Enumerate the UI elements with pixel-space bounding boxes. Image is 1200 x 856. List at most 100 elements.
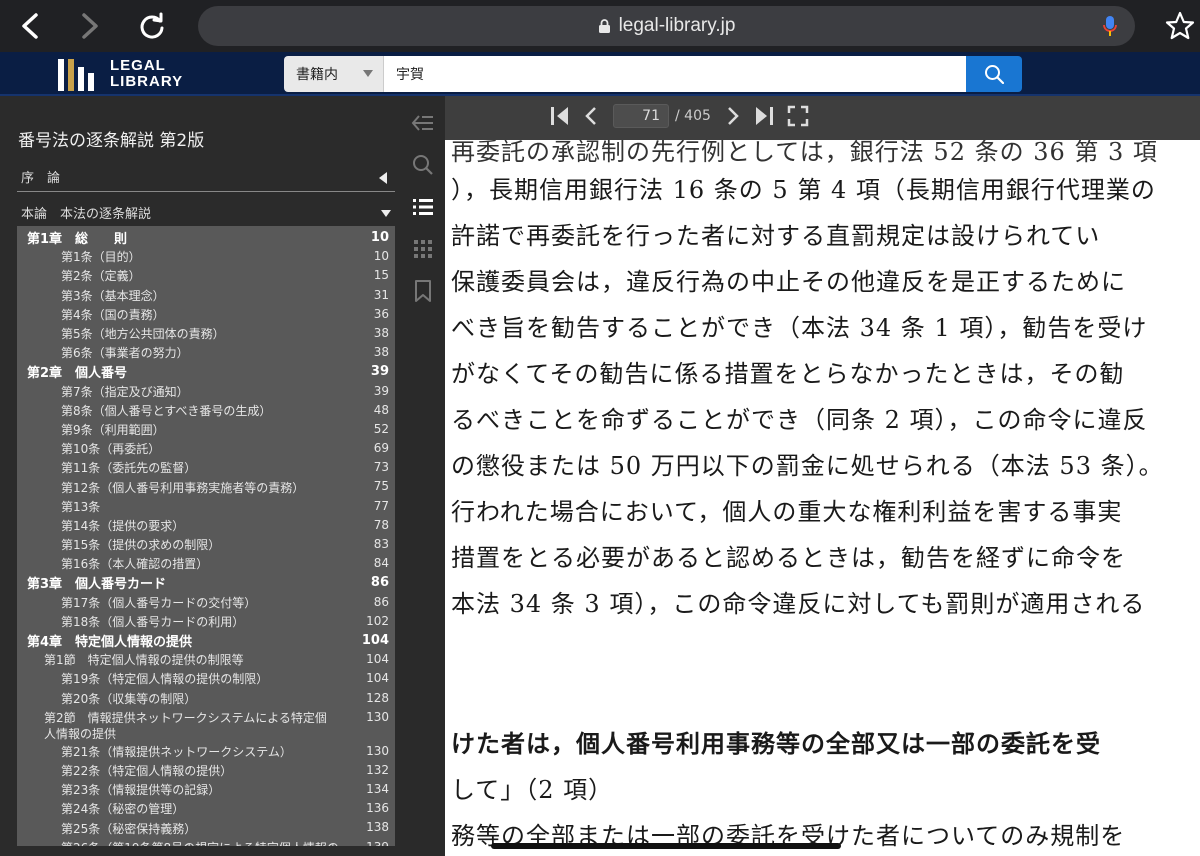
toc-article-row[interactable]: 第2条（定義） 15 (17, 266, 395, 285)
toc-section-row[interactable]: 第2節 情報提供ネットワークシステムによる特定個人情報の提供 130 (17, 708, 395, 742)
toc-article-row[interactable]: 第5条（地方公共団体の責務） 38 (17, 324, 395, 343)
search-icon[interactable] (410, 152, 436, 178)
toc-list: 第1章 総 則 10 第1条（目的） 10 第2条（定義） 15 第3条（基本理念） 31 第4… (17, 226, 395, 846)
toc-article-row[interactable]: 第9条（利用範囲） 52 (17, 420, 395, 439)
toc-section-intro[interactable]: 序 論 (17, 162, 395, 192)
toc-row-page: 139 (366, 840, 389, 846)
toc-row-label: 第17条（個人番号カードの交付等） (61, 595, 257, 610)
toc-row-page: 15 (373, 268, 389, 283)
toc-row-label: 第4章 特定個人情報の提供 (27, 635, 193, 651)
book-title: 番号法の逐条解説 第2版 (18, 131, 205, 151)
toc-article-row[interactable]: 第7条（指定及び通知） 39 (17, 382, 395, 401)
toc-article-row[interactable]: 第13条 77 (17, 497, 395, 516)
search-input[interactable] (384, 56, 966, 92)
toc-section-row[interactable]: 第1節 特定個人情報の提供の制限等 104 (17, 650, 395, 669)
toc-row-page: 52 (373, 421, 389, 436)
bookmark-star-icon[interactable] (1162, 8, 1198, 44)
page-number-input[interactable] (613, 104, 669, 128)
toc-row-label: 第3章 個人番号カード (27, 577, 167, 593)
address-bar[interactable]: legal-library.jp (198, 6, 1135, 46)
thumbnail-grid-icon[interactable] (410, 236, 436, 262)
toc-article-row[interactable]: 第12条（個人番号利用事務実施者等の責務） 75 (17, 477, 395, 496)
logo-text-line2: LIBRARY (110, 73, 184, 90)
next-page-icon[interactable] (721, 105, 743, 127)
toc-article-row[interactable]: 第11条（委託先の監督） 73 (17, 458, 395, 477)
toc-row-page: 138 (366, 820, 389, 835)
toc-row-page: 78 (373, 517, 389, 532)
fullscreen-icon[interactable] (787, 105, 809, 127)
toc-row-label: 第10条（再委託） (61, 442, 161, 457)
toc-chapter-row[interactable]: 第3章 個人番号カード 86 (17, 573, 395, 592)
close-panel-icon[interactable] (410, 110, 436, 136)
last-page-icon[interactable] (753, 105, 775, 127)
toc-article-row[interactable]: 第6条（事業者の努力） 38 (17, 343, 395, 362)
toc-article-row[interactable]: 第10条（再委託） 69 (17, 439, 395, 458)
forward-icon[interactable] (72, 8, 108, 44)
toc-article-row[interactable]: 第18条（個人番号カードの利用） 102 (17, 612, 395, 631)
toc-article-row[interactable]: 第15条（提供の求めの制限） 83 (17, 535, 395, 554)
lock-icon (598, 19, 610, 33)
toc-row-label: 第19条（特定個人情報の提供の制限） (61, 672, 269, 687)
toc-row-label: 第8条（個人番号とすべき番号の生成） (61, 403, 272, 418)
back-icon[interactable] (12, 8, 48, 44)
reload-icon[interactable] (134, 8, 170, 44)
toc-article-row[interactable]: 第14条（提供の要求） 78 (17, 516, 395, 535)
search-bar: 書籍内 (284, 56, 1022, 92)
previous-page-icon[interactable] (581, 105, 603, 127)
toc-article-row[interactable]: 第20条（収集等の制限） 128 (17, 689, 395, 708)
toc-row-page: 104 (361, 632, 389, 648)
toc-article-row[interactable]: 第23条（情報提供等の記録） 134 (17, 780, 395, 799)
toc-row-page: 10 (370, 230, 389, 245)
toc-row-label: 第5条（地方公共団体の責務） (61, 327, 225, 342)
toc-row-label: 第15条（提供の求めの制限） (61, 538, 221, 553)
search-scope-select[interactable]: 書籍内 (284, 56, 384, 92)
toc-row-page: 73 (373, 460, 389, 475)
toc-article-row[interactable]: 第22条（特定個人情報の提供） 132 (17, 761, 395, 780)
toc-panel: 番号法の逐条解説 第2版 序 論 本論 本法の逐条解説 第1章 総 則 10 第1条… (0, 96, 400, 856)
legal-library-logo[interactable]: LEGAL LIBRARY (58, 57, 183, 91)
toc-article-row[interactable]: 第17条（個人番号カードの交付等） 86 (17, 593, 395, 612)
toc-row-label: 第13条 (61, 499, 101, 514)
page-total: / 405 (675, 108, 711, 124)
toc-chapter-row[interactable]: 第4章 特定個人情報の提供 104 (17, 631, 395, 650)
toc-row-page: 31 (373, 287, 389, 302)
toc-list-icon[interactable] (410, 194, 436, 220)
toc-row-page: 38 (373, 345, 389, 360)
toc-row-page: 10 (373, 249, 389, 264)
toc-article-row[interactable]: 第24条（秘密の管理） 136 (17, 799, 395, 818)
toc-article-row[interactable]: 第4条（国の責務） 36 (17, 305, 395, 324)
toc-article-row[interactable]: 第26条（第19条第8号の規定による特定個人情報の 139 (17, 838, 395, 846)
toc-row-page: 77 (373, 498, 389, 513)
toc-article-row[interactable]: 第3条（基本理念） 31 (17, 286, 395, 305)
bookmark-icon[interactable] (410, 278, 436, 304)
toc-row-label: 第25条（秘密保持義務） (61, 821, 197, 836)
toc-row-label: 第21条（情報提供ネットワークシステム） (61, 744, 292, 759)
toc-row-page: 130 (366, 709, 389, 724)
first-page-icon[interactable] (549, 105, 571, 127)
microphone-icon[interactable] (1103, 15, 1117, 37)
search-icon (985, 65, 1004, 84)
toc-article-row[interactable]: 第8条（個人番号とすべき番号の生成） 48 (17, 401, 395, 420)
toc-row-page: 132 (366, 762, 389, 777)
toc-row-label: 第1節 特定個人情報の提供の制限等 (44, 653, 244, 668)
toc-chapter-row[interactable]: 第1章 総 則 10 (17, 228, 395, 247)
app-header: LEGAL LIBRARY 書籍内 (0, 52, 1200, 96)
toc-article-row[interactable]: 第25条（秘密保持義務） 138 (17, 818, 395, 837)
toc-row-label: 第23条（情報提供等の記録） (61, 783, 221, 798)
chevron-down-icon (363, 70, 373, 77)
collapse-arrow-icon (379, 172, 387, 184)
toc-chapter-row[interactable]: 第2章 個人番号 39 (17, 362, 395, 381)
toc-section-main[interactable]: 本論 本法の逐条解説 (17, 198, 395, 228)
toc-article-row[interactable]: 第21条（情報提供ネットワークシステム） 130 (17, 742, 395, 761)
toc-article-row[interactable]: 第16条（本人確認の措置） 84 (17, 554, 395, 573)
search-button[interactable] (966, 56, 1022, 92)
doc-line: べき旨を勧告することができ（本法 34 条 1 項），勧告を受け (451, 314, 1148, 342)
toc-article-row[interactable]: 第19条（特定個人情報の提供の制限） 104 (17, 669, 395, 688)
toc-row-label: 第14条（提供の要求） (61, 518, 185, 533)
toc-row-label: 第22条（特定個人情報の提供） (61, 763, 233, 778)
toc-article-row[interactable]: 第1条（目的） 10 (17, 247, 395, 266)
document-page: 再委託の承認制の先行例としては，銀行法 52 条の 36 第 3 項 ），長期信… (445, 140, 1200, 856)
toc-row-page: 104 (366, 652, 389, 667)
toc-row-label: 第11条（委託先の監督） (61, 461, 197, 476)
toc-row-label: 第2節 情報提供ネットワークシステムによる特定個人情報の提供 (44, 710, 327, 741)
